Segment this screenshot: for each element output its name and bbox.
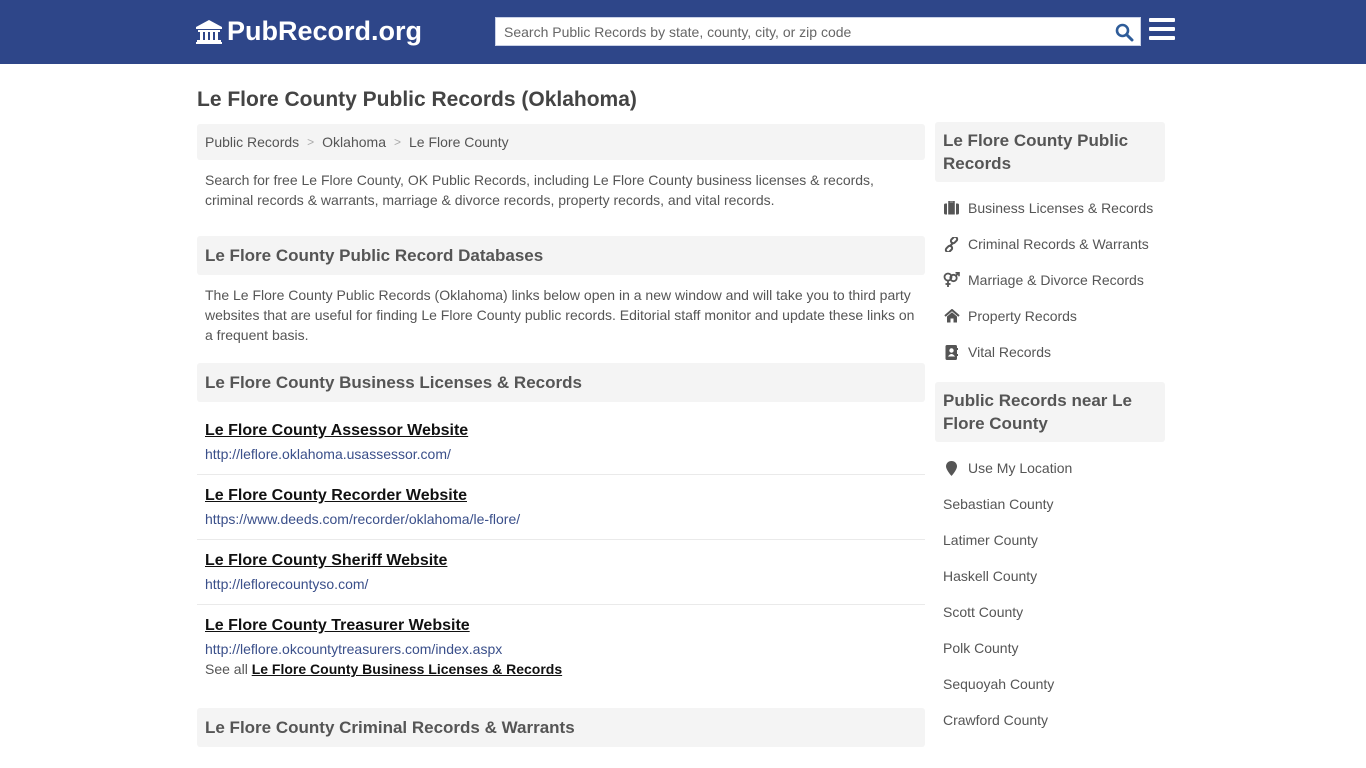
nearby-county-link[interactable]: Sebastian County <box>935 486 1165 522</box>
link-url: http://leflore.okcountytreasurers.com/in… <box>205 641 503 657</box>
breadcrumb-oklahoma[interactable]: Oklahoma <box>322 134 386 150</box>
sidebar-item-marriage[interactable]: Marriage & Divorce Records <box>935 262 1165 298</box>
briefcase-icon <box>943 200 960 216</box>
list-item: Le Flore County Assessor Website http://… <box>197 410 925 475</box>
breadcrumb-separator: > <box>307 135 315 149</box>
business-links-list: Le Flore County Assessor Website http://… <box>197 402 925 661</box>
sidebar-item-label: Marriage & Divorce Records <box>968 272 1144 288</box>
search-button[interactable] <box>1112 21 1136 43</box>
venus-mars-icon <box>943 272 960 288</box>
search-input[interactable] <box>496 18 1140 45</box>
business-heading: Le Flore County Business Licenses & Reco… <box>197 363 925 402</box>
sidebar: Le Flore County Public Records Business … <box>935 122 1165 738</box>
nearby-county-link[interactable]: Crawford County <box>935 702 1165 738</box>
sidebar-records-list: Business Licenses & Records Criminal Rec… <box>935 182 1165 382</box>
search-icon <box>1115 23 1133 41</box>
sidebar-item-vital[interactable]: Vital Records <box>935 334 1165 370</box>
databases-description: The Le Flore County Public Records (Okla… <box>205 287 915 343</box>
sidebar-records-heading: Le Flore County Public Records <box>935 122 1165 182</box>
site-logo[interactable]: PubRecord.org <box>195 16 422 47</box>
link-url: http://leflore.oklahoma.usassessor.com/ <box>205 446 451 462</box>
sheriff-website-link[interactable]: Le Flore County Sheriff Website <box>205 551 917 571</box>
recorder-website-link[interactable]: Le Flore County Recorder Website <box>205 486 917 506</box>
list-item: Le Flore County Treasurer Website http:/… <box>197 605 925 661</box>
nearby-county-link[interactable]: Sequoyah County <box>935 666 1165 702</box>
page-title: Le Flore County Public Records (Oklahoma… <box>197 88 637 111</box>
sidebar-item-label: Business Licenses & Records <box>968 200 1154 216</box>
sidebar-item-criminal[interactable]: Criminal Records & Warrants <box>935 226 1165 262</box>
sidebar-item-business[interactable]: Business Licenses & Records <box>935 190 1165 226</box>
see-all-prefix: See all <box>205 661 248 677</box>
sidebar-near-heading: Public Records near Le Flore County <box>935 382 1165 442</box>
link-url: http://leflorecountyso.com/ <box>205 576 369 592</box>
sidebar-item-property[interactable]: Property Records <box>935 298 1165 334</box>
nearby-county-link[interactable]: Scott County <box>935 594 1165 630</box>
nearby-county-link[interactable]: Latimer County <box>935 522 1165 558</box>
sidebar-item-label: Property Records <box>968 308 1077 324</box>
search-bar <box>495 17 1141 46</box>
nearby-county-link[interactable]: Polk County <box>935 630 1165 666</box>
use-my-location-label: Use My Location <box>968 460 1073 476</box>
courthouse-icon <box>196 19 222 44</box>
logo-text: PubRecord.org <box>227 16 423 46</box>
contact-book-icon <box>943 344 960 360</box>
breadcrumb-separator: > <box>393 135 401 149</box>
list-item: Le Flore County Sheriff Website http://l… <box>197 540 925 605</box>
criminal-heading: Le Flore County Criminal Records & Warra… <box>197 708 925 747</box>
nearby-counties-list: Use My Location Sebastian County Latimer… <box>935 442 1165 738</box>
link-url: https://www.deeds.com/recorder/oklahoma/… <box>205 511 521 527</box>
main-content: Public Records > Oklahoma > Le Flore Cou… <box>197 124 925 747</box>
nearby-county-link[interactable]: Haskell County <box>935 558 1165 594</box>
top-navbar: PubRecord.org <box>0 0 1366 64</box>
hamburger-menu-icon[interactable] <box>1149 18 1175 42</box>
databases-heading: Le Flore County Public Record Databases <box>197 236 925 275</box>
intro-text: Search for free Le Flore County, OK Publ… <box>205 172 874 208</box>
map-marker-icon <box>943 460 960 476</box>
breadcrumb: Public Records > Oklahoma > Le Flore Cou… <box>197 124 925 160</box>
see-all-row: See all Le Flore County Business License… <box>197 661 925 708</box>
list-item: Le Flore County Recorder Website https:/… <box>197 475 925 540</box>
home-icon <box>943 308 960 324</box>
sidebar-item-label: Criminal Records & Warrants <box>968 236 1149 252</box>
see-all-business-link[interactable]: Le Flore County Business Licenses & Reco… <box>252 661 562 677</box>
use-my-location-link[interactable]: Use My Location <box>935 450 1165 486</box>
breadcrumb-public-records[interactable]: Public Records <box>205 134 299 150</box>
sidebar-item-label: Vital Records <box>968 344 1052 360</box>
treasurer-website-link[interactable]: Le Flore County Treasurer Website <box>205 616 917 636</box>
assessor-website-link[interactable]: Le Flore County Assessor Website <box>205 421 917 441</box>
link-icon <box>943 236 960 252</box>
breadcrumb-le-flore-county[interactable]: Le Flore County <box>409 134 509 150</box>
